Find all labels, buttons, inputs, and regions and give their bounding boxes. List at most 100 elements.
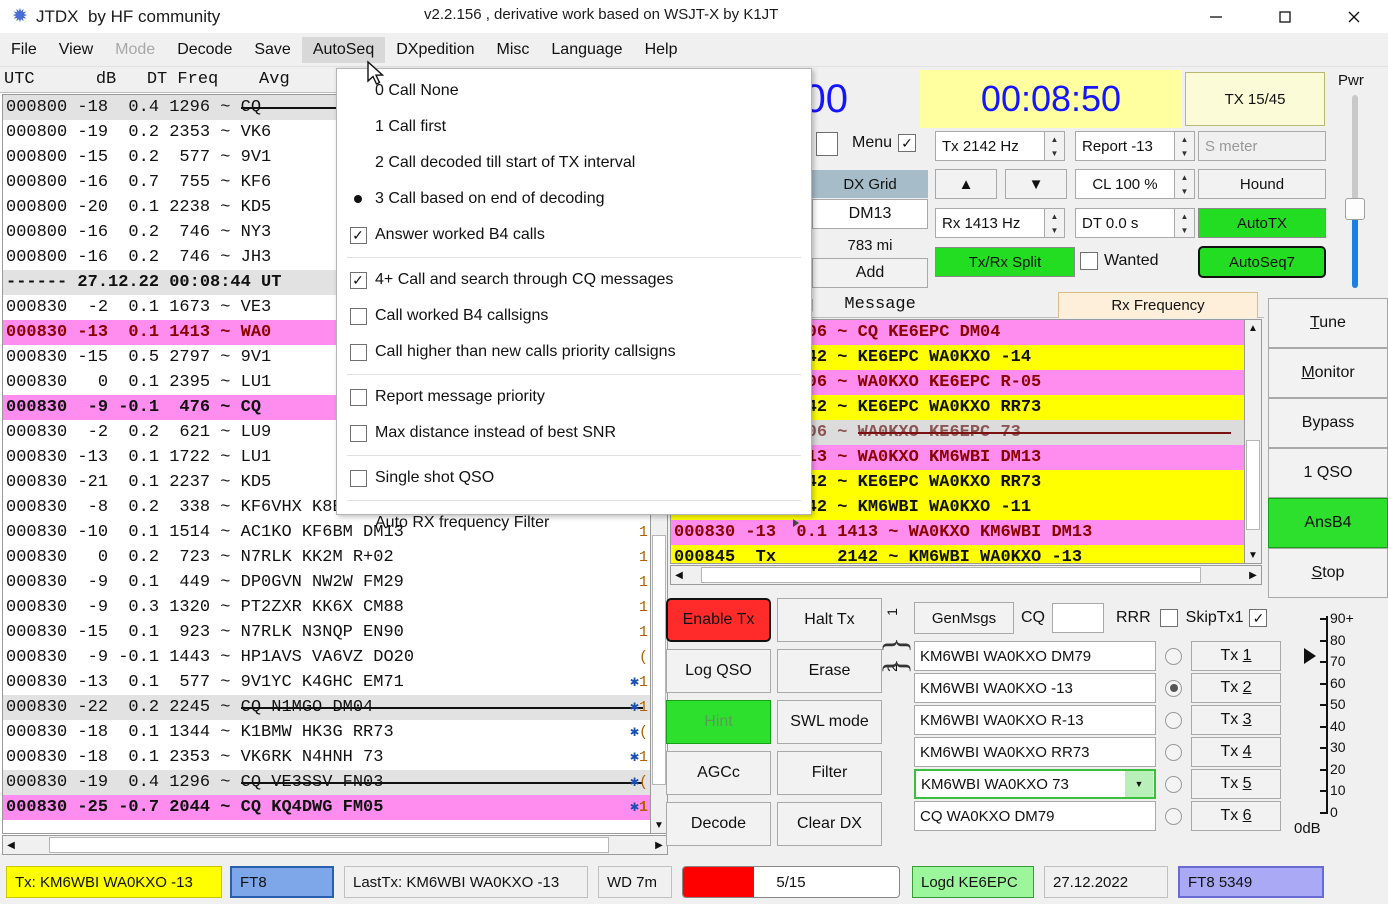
tx-message-radio[interactable] [1165, 776, 1182, 793]
button-bypass[interactable]: Bypass [1268, 398, 1388, 448]
unchecked-checkbox-icon[interactable] [350, 470, 367, 487]
rx-frequency-field[interactable]: Rx 1413 Hz [935, 208, 1045, 238]
decode-row[interactable]: 000830 -22 0.2 2245 ~ CQ N1MGO DM04✱1 [3, 695, 650, 720]
minimize-button[interactable] [1181, 0, 1250, 33]
rx-frequency-spinner[interactable]: Rx 1413 Hz ▲▼ [935, 208, 1065, 238]
unchecked-checkbox-icon[interactable] [350, 389, 367, 406]
add-button[interactable]: Add [812, 258, 928, 288]
button-tx-4[interactable]: Tx 4 [1191, 737, 1281, 767]
tx-cycle-button[interactable]: TX 15/45 [1185, 72, 1325, 126]
stepper-down-icon[interactable]: ▼ [1175, 223, 1194, 237]
menu-item-0-call-none[interactable]: 0 Call None [337, 73, 811, 109]
chevron-down-icon[interactable]: ▼ [1125, 771, 1153, 797]
dt-spinner[interactable]: DT 0.0 s ▲▼ [1075, 208, 1195, 238]
stepper-down-icon[interactable]: ▼ [1175, 146, 1194, 160]
report-stepper[interactable]: ▲▼ [1175, 131, 1195, 161]
scroll-up-icon[interactable]: ▲ [1245, 320, 1261, 336]
decode-row[interactable]: 000830 -15 0.1 923 ~ N7RLK N3NQP EN901 [3, 620, 650, 645]
down-arrow-icon[interactable]: ▼ [1005, 169, 1067, 199]
cl-stepper[interactable]: ▲▼ [1175, 169, 1195, 199]
rx-vertical-scrollbar[interactable]: ▲ ▼ [1244, 319, 1262, 564]
decode-row[interactable]: 000830 -13 0.1 577 ~ 9V1YC K4GHC EM71✱1 [3, 670, 650, 695]
decode-row[interactable]: 000830 -18 0.1 1344 ~ K1BMW HK3G RR73✱( [3, 720, 650, 745]
unchecked-checkbox-icon[interactable] [350, 308, 367, 325]
wanted-checkbox[interactable] [1080, 252, 1098, 270]
hound-button-label[interactable]: Hound [1198, 169, 1326, 199]
rx-frequency-stepper[interactable]: ▲▼ [1045, 208, 1065, 238]
menu-checkbox[interactable]: ✓ [898, 134, 916, 152]
tx-message-field[interactable]: KM6WBI WA0KXO 73▼ [914, 769, 1156, 799]
menu-autoseq[interactable]: AutoSeq [302, 37, 385, 63]
hound-button[interactable]: Hound [1198, 169, 1326, 199]
tx-message-field[interactable]: CQ WA0KXO DM79 [914, 801, 1156, 831]
menu-item-3-call-based-on-end-of-decoding[interactable]: 3 Call based on end of decoding [337, 181, 811, 217]
autoseq-dropdown-menu[interactable]: 0 Call None1 Call first2 Call decoded ti… [336, 68, 812, 515]
button-agcc[interactable]: AGCc [666, 751, 771, 795]
tx-frequency-stepper[interactable]: ▲▼ [1045, 131, 1065, 161]
menu-item-4-call-and-search-through-cq-messages[interactable]: ✓4+ Call and search through CQ messages [337, 262, 811, 298]
tab-rx-frequency[interactable]: Rx Frequency [1058, 292, 1258, 318]
menu-item-single-shot-qso[interactable]: Single shot QSO [337, 460, 811, 496]
unchecked-checkbox-icon[interactable] [350, 425, 367, 442]
button-tx-5[interactable]: Tx 5 [1191, 769, 1281, 799]
autoseq-button[interactable]: AutoSeq7 [1198, 246, 1326, 278]
menu-item-call-worked-b4-callsigns[interactable]: Call worked B4 callsigns [337, 298, 811, 334]
left-small-checkbox[interactable] [816, 132, 838, 156]
button-ansb4[interactable]: AnsB4 [1268, 498, 1388, 548]
tx-message-field[interactable]: KM6WBI WA0KXO DM79 [914, 641, 1156, 671]
menu-file[interactable]: File [0, 37, 48, 63]
menu-help[interactable]: Help [634, 37, 689, 63]
frequency-down-button[interactable]: ▼ [1005, 169, 1067, 199]
rx-horizontal-scrollbar[interactable]: ◀ ▶ [670, 565, 1262, 585]
button-log-qso[interactable]: Log QSO [666, 649, 771, 693]
frequency-up-button[interactable]: ▲ [935, 169, 997, 199]
scroll-right-icon[interactable]: ▶ [1245, 567, 1261, 583]
unchecked-checkbox-icon[interactable] [350, 344, 367, 361]
checked-checkbox-icon[interactable]: ✓ [350, 227, 367, 244]
decode-hscroll-thumb[interactable] [49, 837, 609, 853]
stepper-up-icon[interactable]: ▲ [1175, 132, 1194, 146]
button-stop[interactable]: Stop [1268, 548, 1388, 598]
button-tx-1[interactable]: Tx 1 [1191, 641, 1281, 671]
scroll-left-icon[interactable]: ◀ [3, 837, 19, 853]
tx-message-radio[interactable] [1165, 744, 1182, 761]
scroll-left-icon[interactable]: ◀ [671, 567, 687, 583]
dt-stepper[interactable]: ▲▼ [1175, 208, 1195, 238]
button-clear-dx[interactable]: Clear DX [777, 802, 882, 846]
scroll-down-icon[interactable]: ▼ [651, 817, 667, 833]
button-filter[interactable]: Filter [777, 751, 882, 795]
menu-decode[interactable]: Decode [166, 37, 243, 63]
cl-spinner[interactable]: CL 100 % ▲▼ [1075, 169, 1195, 199]
decode-row[interactable]: 000830 -18 0.1 2353 ~ VK6RK N4HNH 73✱1 [3, 745, 650, 770]
submenu-arrow-icon[interactable] [793, 519, 799, 527]
autotx-label[interactable]: AutoTX [1198, 208, 1326, 238]
button-erase[interactable]: Erase [777, 649, 882, 693]
stepper-up-icon[interactable]: ▲ [1175, 170, 1194, 184]
rx-scroll-thumb[interactable] [1246, 440, 1260, 530]
decode-scroll-thumb[interactable] [652, 535, 666, 785]
tx-frequency-spinner[interactable]: Tx 2142 Hz ▲▼ [935, 131, 1065, 161]
tx-frequency-field[interactable]: Tx 2142 Hz [935, 131, 1045, 161]
menu-item-call-higher-than-new-calls-priority-callsigns[interactable]: Call higher than new calls priority call… [337, 334, 811, 370]
menu-toggle[interactable]: Menu ✓ [852, 134, 916, 152]
decode-row[interactable]: 000830 -19 0.4 1296 ~ CQ VE3SSV FN03✱( [3, 770, 650, 795]
close-button[interactable] [1319, 0, 1388, 33]
menu-item-2-call-decoded-till-start-of-tx-interval[interactable]: 2 Call decoded till start of TX interval [337, 145, 811, 181]
genmsgs-button[interactable]: GenMsgs [914, 602, 1014, 634]
menu-misc[interactable]: Misc [486, 37, 541, 63]
menu-language[interactable]: Language [540, 37, 633, 63]
menu-view[interactable]: View [48, 37, 104, 63]
checked-checkbox-icon[interactable]: ✓ [350, 272, 367, 289]
button-halt-tx[interactable]: Halt Tx [777, 598, 882, 642]
button-tune[interactable]: Tune [1268, 298, 1388, 348]
button-tx-3[interactable]: Tx 3 [1191, 705, 1281, 735]
rx-message-row[interactable]: 000845 Tx 2142 ~ KM6WBI WA0KXO -13 [671, 545, 1244, 564]
scroll-down-icon[interactable]: ▼ [1245, 547, 1261, 563]
decode-row[interactable]: 000830 -9 0.1 449 ~ DP0GVN NW2W FM291 [3, 570, 650, 595]
menu-item-report-message-priority[interactable]: Report message priority [337, 379, 811, 415]
decode-row[interactable]: 000830 -9 0.3 1320 ~ PT2ZXR KK6X CM881 [3, 595, 650, 620]
stepper-down-icon[interactable]: ▼ [1175, 184, 1194, 198]
stepper-down-icon[interactable]: ▼ [1045, 223, 1064, 237]
decode-row[interactable]: 000830 0 0.2 723 ~ N7RLK KK2M R+021 [3, 545, 650, 570]
menu-item-auto-rx-frequency-filter[interactable]: Auto RX frequency Filter [337, 505, 811, 541]
